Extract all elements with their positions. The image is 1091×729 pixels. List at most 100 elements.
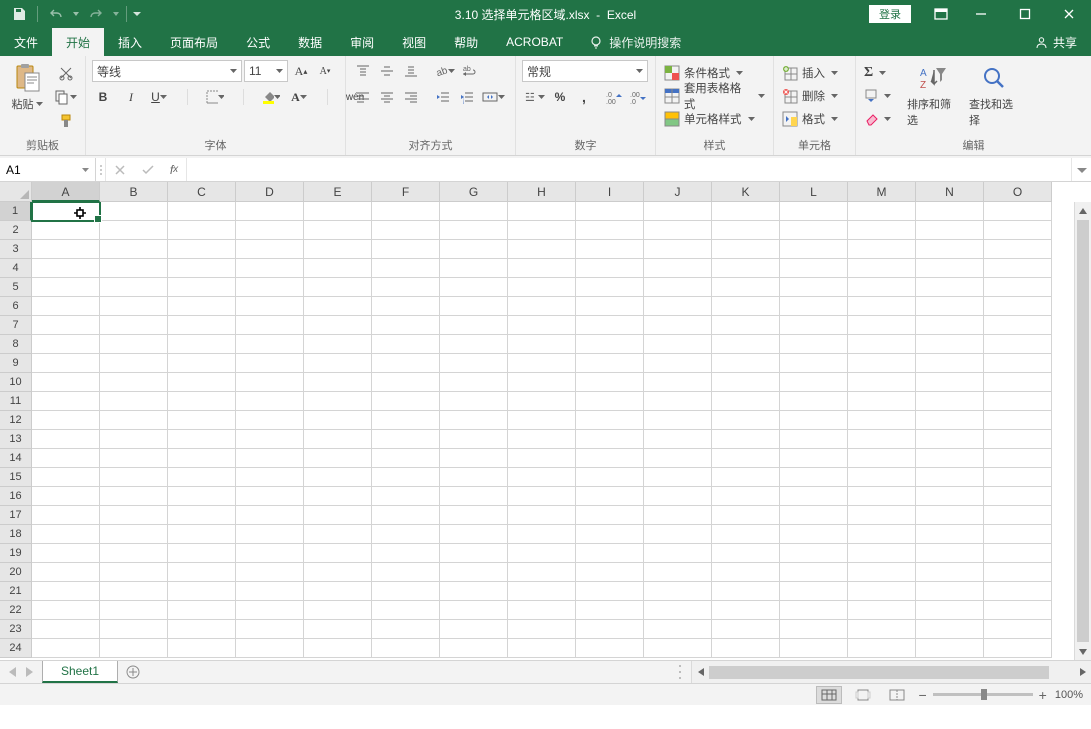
cell[interactable] [32,639,100,658]
cell[interactable] [576,373,644,392]
column-header[interactable]: O [984,182,1052,202]
cell[interactable] [236,202,304,221]
cell[interactable] [168,335,236,354]
cell[interactable] [644,316,712,335]
cell[interactable] [304,582,372,601]
redo-dropdown[interactable] [111,3,121,25]
splitter-handle[interactable] [679,665,685,679]
cell[interactable] [440,525,508,544]
cell[interactable] [236,221,304,240]
cell[interactable] [916,240,984,259]
vertical-scrollbar[interactable] [1074,202,1091,660]
cell[interactable] [168,563,236,582]
cell[interactable] [780,373,848,392]
cell[interactable] [780,639,848,658]
expand-formula-bar-button[interactable] [1071,158,1091,181]
cell[interactable] [984,335,1052,354]
cell[interactable] [576,316,644,335]
cell[interactable] [168,544,236,563]
cell[interactable] [916,506,984,525]
row-header[interactable]: 7 [0,316,32,335]
cell[interactable] [372,544,440,563]
cell[interactable] [32,411,100,430]
cell[interactable] [576,202,644,221]
cell[interactable] [916,582,984,601]
decrease-indent-button[interactable] [432,86,454,108]
cell[interactable] [440,506,508,525]
cell[interactable] [100,582,168,601]
cell[interactable] [372,449,440,468]
cancel-formula-button[interactable] [106,165,134,175]
comma-button[interactable]: , [573,86,595,108]
row-header[interactable]: 24 [0,639,32,658]
cell[interactable] [440,487,508,506]
scroll-thumb[interactable] [709,666,1049,679]
row-header[interactable]: 14 [0,449,32,468]
cell[interactable] [32,525,100,544]
cell[interactable] [236,468,304,487]
cell[interactable] [576,620,644,639]
cell[interactable] [440,601,508,620]
cell[interactable] [508,468,576,487]
cell[interactable] [780,297,848,316]
cell[interactable] [712,544,780,563]
cell[interactable] [712,411,780,430]
cell[interactable] [644,259,712,278]
cell[interactable] [508,506,576,525]
formula-bar-splitter[interactable] [96,158,106,181]
cell[interactable] [440,335,508,354]
cell[interactable] [984,582,1052,601]
row-header[interactable]: 20 [0,563,32,582]
cell[interactable] [916,449,984,468]
cell[interactable] [576,468,644,487]
cell[interactable] [712,335,780,354]
clear-button[interactable] [862,108,893,130]
cell[interactable] [916,601,984,620]
cell[interactable] [100,430,168,449]
cell[interactable] [916,620,984,639]
cell[interactable] [712,316,780,335]
cell[interactable] [712,601,780,620]
cell[interactable] [168,373,236,392]
tab-formulas[interactable]: 公式 [232,28,284,56]
cell[interactable] [440,278,508,297]
cell[interactable] [236,411,304,430]
cell[interactable] [32,373,100,392]
cell[interactable] [644,487,712,506]
cell[interactable] [712,639,780,658]
cell[interactable] [984,259,1052,278]
new-sheet-button[interactable] [118,661,148,683]
borders-button[interactable] [204,86,226,108]
cell[interactable] [100,221,168,240]
cell[interactable] [916,335,984,354]
sort-filter-button[interactable]: AZ 排序和筛选 [903,60,961,130]
cell[interactable] [916,202,984,221]
cell[interactable] [372,354,440,373]
tab-file[interactable]: 文件 [0,28,52,56]
cell[interactable] [304,259,372,278]
row-header[interactable]: 22 [0,601,32,620]
cell[interactable] [576,506,644,525]
cell[interactable] [984,601,1052,620]
cell[interactable] [372,240,440,259]
cell[interactable] [508,563,576,582]
cell[interactable] [236,601,304,620]
cell[interactable] [712,449,780,468]
cell[interactable] [236,582,304,601]
cell[interactable] [916,544,984,563]
cell[interactable] [440,297,508,316]
cell[interactable] [712,563,780,582]
cell[interactable] [848,468,916,487]
cell[interactable] [712,202,780,221]
row-header[interactable]: 23 [0,620,32,639]
cell[interactable] [848,601,916,620]
cell[interactable] [780,221,848,240]
cell[interactable] [848,430,916,449]
zoom-track[interactable] [933,693,1033,696]
cell[interactable] [100,639,168,658]
column-header[interactable]: I [576,182,644,202]
cell[interactable] [236,544,304,563]
row-header[interactable]: 9 [0,354,32,373]
cell[interactable] [984,620,1052,639]
row-header[interactable]: 13 [0,430,32,449]
